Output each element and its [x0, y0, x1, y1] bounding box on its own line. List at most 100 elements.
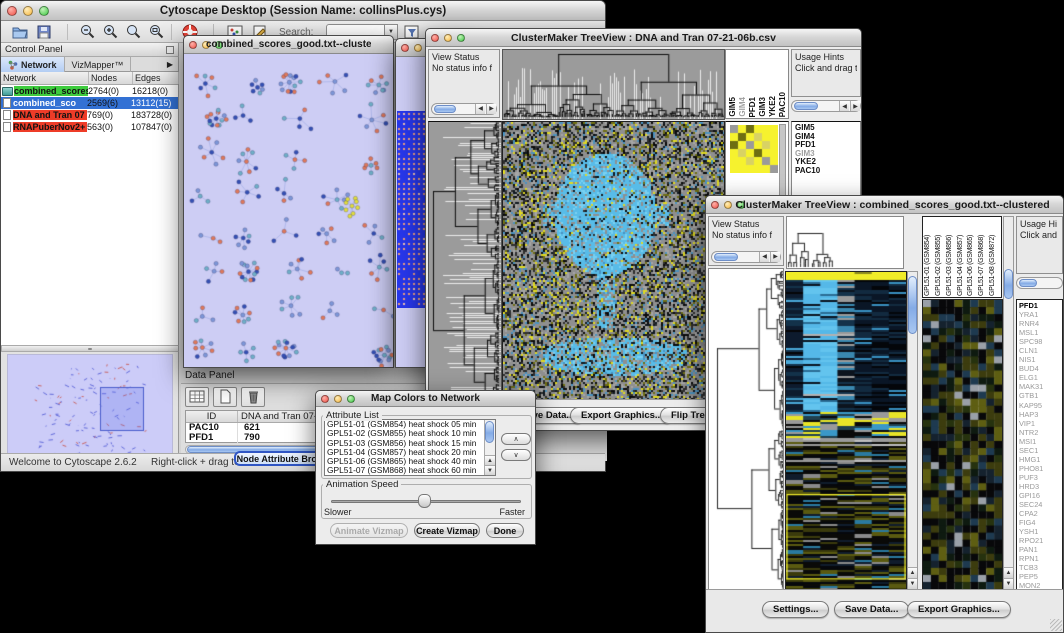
zoom-in-icon[interactable]: [102, 23, 120, 41]
export-graphics-button[interactable]: Export Graphics...: [907, 601, 1011, 618]
main-title-bar[interactable]: Cytoscape Desktop (Session Name: collins…: [1, 1, 605, 21]
network-overview-canvas[interactable]: [7, 354, 173, 459]
gene-label[interactable]: BUD4: [1019, 364, 1062, 373]
gene-label[interactable]: SEC1: [1019, 446, 1062, 455]
save-session-icon[interactable]: [35, 23, 53, 41]
status-hscrollbar[interactable]: ◀ ▶: [431, 103, 497, 115]
close-icon[interactable]: [189, 41, 197, 49]
tab-overflow-arrow-icon[interactable]: ▶: [167, 57, 178, 71]
attribute-option[interactable]: GPL51-02 (GSM855) heat shock 10 min: [325, 429, 495, 438]
scroll-up-icon[interactable]: ▲: [1004, 567, 1013, 578]
gene-label[interactable]: KAP95: [1019, 401, 1062, 410]
tab-vizmapper[interactable]: VizMapper™: [65, 57, 132, 72]
scroll-left-icon[interactable]: ◀: [475, 104, 485, 114]
attribute-option[interactable]: GPL51-07 (GSM868) heat shock 60 min: [325, 466, 495, 475]
speed-slider-thumb[interactable]: [418, 494, 431, 508]
gene-label[interactable]: MSL1: [1019, 328, 1062, 337]
network-list-row[interactable]: DNA and Tran 07769(0)183728(0): [1, 109, 178, 121]
heatmap-canvas[interactable]: [785, 271, 907, 591]
network-graph-canvas[interactable]: [184, 54, 393, 367]
gene-label[interactable]: HRD3: [1019, 482, 1062, 491]
zoom-heatmap-canvas[interactable]: [730, 125, 778, 173]
gene-label[interactable]: PEP5: [1019, 572, 1062, 581]
attribute-option[interactable]: GPL51-06 (GSM865) heat shock 40 min: [325, 457, 495, 466]
close-icon[interactable]: [711, 201, 719, 209]
gene-label[interactable]: HMG1: [1019, 455, 1062, 464]
gene-label[interactable]: TCB3: [1019, 563, 1062, 572]
network-list-row[interactable]: combined_sco2569(6)13112(15): [1, 97, 178, 109]
close-icon[interactable]: [401, 44, 409, 52]
scroll-down-icon[interactable]: ▼: [1004, 578, 1013, 589]
scroll-right-icon[interactable]: ▶: [850, 101, 860, 111]
zoom-heatmap-canvas[interactable]: [922, 299, 1003, 590]
col-id[interactable]: ID: [186, 411, 238, 422]
gene-label[interactable]: HAP3: [1019, 410, 1062, 419]
column-dendrogram-canvas[interactable]: [787, 217, 903, 268]
gene-label[interactable]: GTB1: [1019, 391, 1062, 400]
heatmap-vscrollbar[interactable]: ▲ ▼: [907, 271, 918, 590]
scroll-up-icon[interactable]: ▲: [908, 567, 917, 578]
column-dendrogram-canvas[interactable]: [502, 49, 725, 120]
hints-hscrollbar[interactable]: [1016, 277, 1063, 289]
treeview1-title-bar[interactable]: ClusterMaker TreeView : DNA and Tran 07-…: [426, 29, 861, 47]
gene-label[interactable]: NIS1: [1019, 355, 1062, 364]
export-graphics-button[interactable]: Export Graphics...: [570, 407, 674, 424]
scrollbar-thumb[interactable]: [794, 102, 818, 110]
scroll-right-icon[interactable]: ▶: [486, 104, 496, 114]
tab-network[interactable]: Network: [1, 57, 65, 72]
scroll-down-icon[interactable]: ▼: [485, 465, 495, 475]
hints-hscrollbar[interactable]: ◀ ▶: [791, 100, 861, 112]
scroll-right-icon[interactable]: ▶: [770, 252, 780, 262]
gene-label[interactable]: ELG1: [1019, 373, 1062, 382]
dense-cluster-canvas[interactable]: [397, 111, 426, 308]
row-dendrogram-canvas[interactable]: [709, 269, 783, 589]
gene-label[interactable]: RPN1: [1019, 554, 1062, 563]
network-view-title-bar[interactable]: combined_scores_good.txt--cluste...: [184, 36, 393, 54]
heatmap-canvas[interactable]: [502, 121, 725, 401]
gene-label[interactable]: VIP1: [1019, 419, 1062, 428]
gene-label[interactable]: FIG4: [1019, 518, 1062, 527]
treeview2-title-bar[interactable]: ClusterMaker TreeView : combined_scores_…: [706, 196, 1063, 214]
delete-attribute-icon[interactable]: [241, 387, 265, 407]
scroll-left-icon[interactable]: ◀: [759, 252, 769, 262]
gene-label[interactable]: YSH1: [1019, 527, 1062, 536]
scroll-down-icon[interactable]: ▼: [908, 578, 917, 589]
scroll-left-icon[interactable]: ◀: [839, 101, 849, 111]
attribute-listbox[interactable]: GPL51-01 (GSM854) heat shock 05 minGPL51…: [324, 419, 496, 476]
move-down-button[interactable]: ∨: [501, 449, 531, 461]
scrollbar-thumb[interactable]: [1004, 269, 1013, 299]
scrollbar-thumb[interactable]: [434, 105, 456, 113]
scrollbar-thumb[interactable]: [1019, 279, 1037, 287]
minimize-icon[interactable]: [414, 44, 422, 52]
gene-label[interactable]: MSI1: [1019, 437, 1062, 446]
gene-label[interactable]: PFD1: [1019, 301, 1062, 310]
zoom-selected-icon[interactable]: [125, 23, 143, 41]
gene-label[interactable]: PUF3: [1019, 473, 1062, 482]
scrollbar-thumb[interactable]: [714, 253, 738, 261]
attribute-option[interactable]: GPL51-01 (GSM854) heat shock 05 min: [325, 420, 495, 429]
zoom-out-icon[interactable]: [79, 23, 97, 41]
zoom-vscrollbar[interactable]: ▲ ▼: [1003, 216, 1014, 590]
gene-label[interactable]: YRA1: [1019, 310, 1062, 319]
scroll-up-icon[interactable]: ▲: [485, 455, 495, 465]
attribute-option[interactable]: GPL51-03 (GSM856) heat shock 15 min: [325, 439, 495, 448]
col-network[interactable]: Network: [1, 72, 89, 84]
gene-label[interactable]: NTR2: [1019, 428, 1062, 437]
col-nodes[interactable]: Nodes: [89, 72, 133, 84]
row-dendrogram-canvas[interactable]: [428, 121, 502, 401]
network-list-row[interactable]: RNAPuberNov2+563(0)107847(0): [1, 121, 178, 133]
gene-label[interactable]: RNR4: [1019, 319, 1062, 328]
scrollbar-thumb[interactable]: [485, 421, 494, 443]
move-up-button[interactable]: ∧: [501, 433, 531, 445]
resize-grip-icon[interactable]: [1050, 619, 1062, 631]
gene-label[interactable]: GPI16: [1019, 491, 1062, 500]
gene-label[interactable]: SEC24: [1019, 500, 1062, 509]
open-session-icon[interactable]: [11, 23, 29, 41]
gene-label[interactable]: PHO81: [1019, 464, 1062, 473]
scrollbar-thumb[interactable]: [908, 276, 917, 334]
col-edges[interactable]: Edges: [133, 72, 179, 84]
gene-label[interactable]: CLN1: [1019, 346, 1062, 355]
done-button[interactable]: Done: [486, 523, 524, 538]
table-mode-icon[interactable]: [185, 387, 209, 407]
create-vizmap-button[interactable]: Create Vizmap: [414, 523, 480, 538]
